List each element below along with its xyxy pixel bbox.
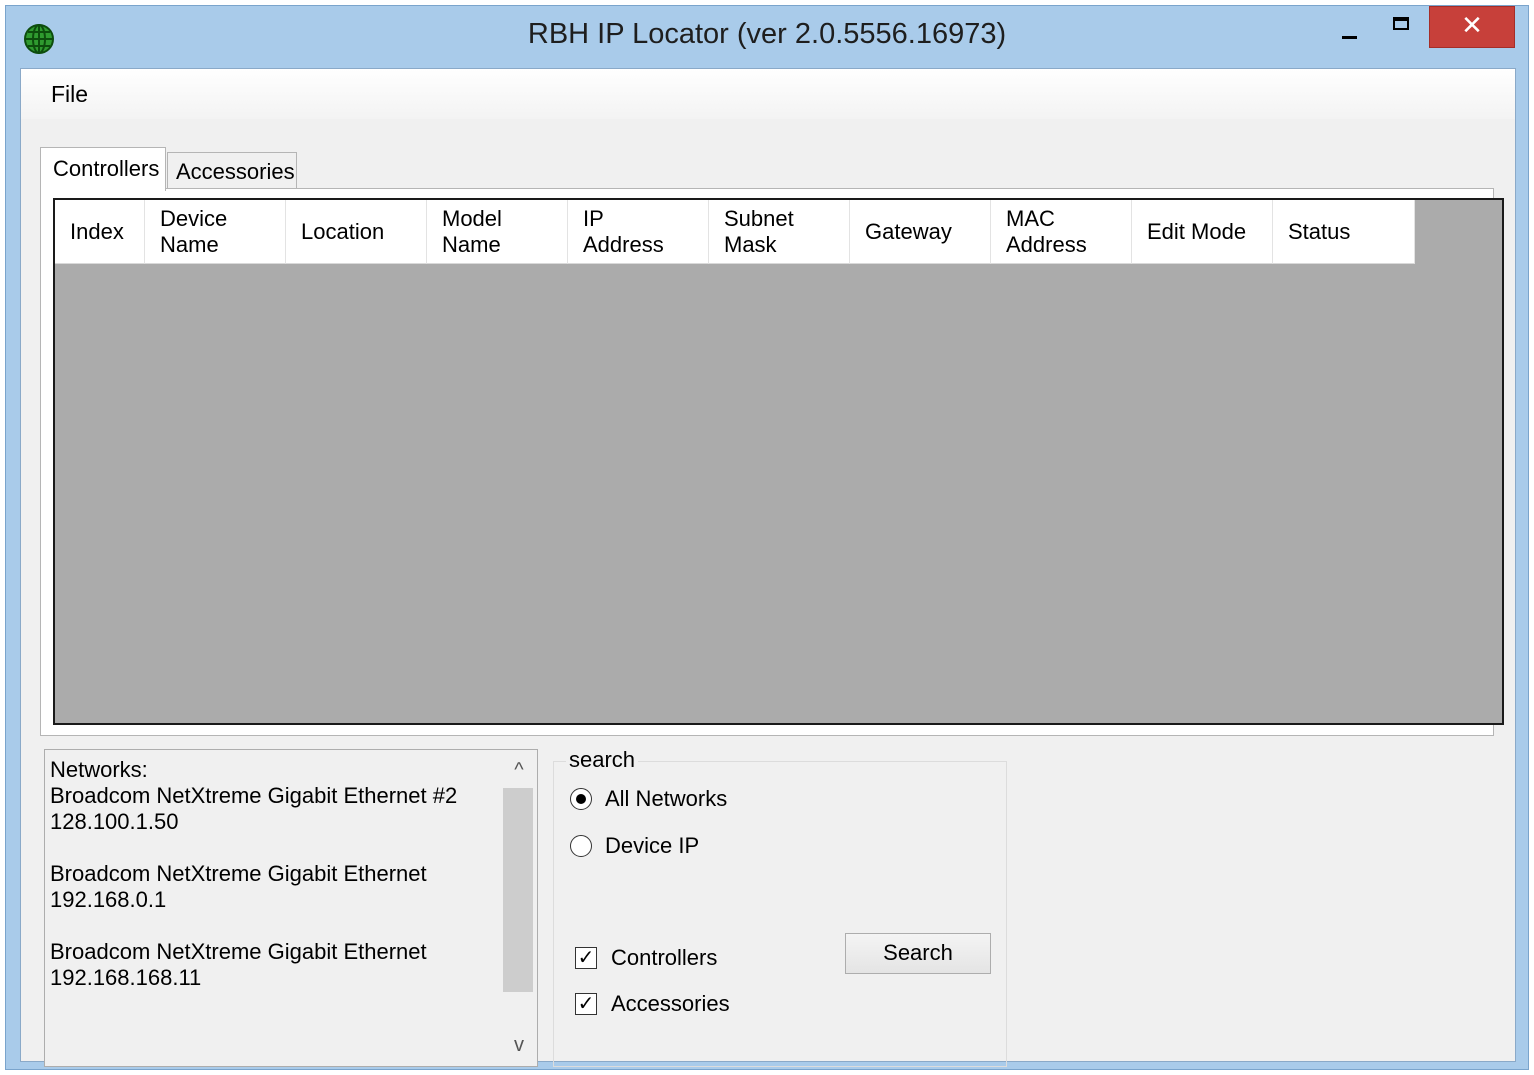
column-header-location[interactable]: Location bbox=[286, 200, 427, 264]
scroll-thumb[interactable] bbox=[503, 788, 533, 992]
checkmark-icon[interactable]: ✓ bbox=[575, 993, 597, 1015]
search-button[interactable]: Search bbox=[845, 933, 991, 974]
networks-scrollbar[interactable]: ^ v bbox=[501, 750, 537, 1066]
column-header-subnet-mask[interactable]: Subnet Mask bbox=[709, 200, 850, 264]
column-header-device-name[interactable]: Device Name bbox=[145, 200, 286, 264]
column-header-ip-address[interactable]: IP Address bbox=[568, 200, 709, 264]
minimize-button[interactable] bbox=[1324, 6, 1374, 48]
checkbox-accessories-label: Accessories bbox=[611, 991, 730, 1016]
app-window: RBH IP Locator (ver 2.0.5556.16973) ✕ Fi… bbox=[5, 5, 1529, 1070]
column-header-gateway[interactable]: Gateway bbox=[850, 200, 991, 264]
controllers-tab-panel: Index Device Name Location Model Name IP… bbox=[40, 188, 1504, 736]
checkmark-icon[interactable]: ✓ bbox=[575, 947, 597, 969]
radio-device-ip-label: Device IP bbox=[605, 833, 700, 858]
close-button[interactable]: ✕ bbox=[1429, 6, 1515, 48]
tab-controllers[interactable]: Controllers bbox=[40, 147, 166, 191]
column-header-edit-mode[interactable]: Edit Mode bbox=[1132, 200, 1273, 264]
checkbox-accessories[interactable]: ✓ Accessories bbox=[575, 991, 730, 1017]
tab-accessories[interactable]: Accessories bbox=[167, 152, 297, 188]
radio-all-networks-label: All Networks bbox=[605, 786, 728, 811]
column-header-mac-address[interactable]: MAC Address bbox=[991, 200, 1132, 264]
radio-device-ip[interactable]: Device IP bbox=[570, 833, 699, 859]
search-group: search All Networks Device IP ✓ Controll… bbox=[553, 747, 1007, 1067]
scroll-down-icon[interactable]: v bbox=[501, 1030, 537, 1066]
checkbox-controllers-label: Controllers bbox=[611, 945, 718, 970]
grid-header: Index Device Name Location Model Name IP… bbox=[55, 200, 1415, 264]
search-group-label: search bbox=[566, 747, 639, 773]
checkbox-controllers[interactable]: ✓ Controllers bbox=[575, 945, 717, 971]
networks-text: Networks: Broadcom NetXtreme Gigabit Eth… bbox=[50, 757, 458, 990]
networks-textbox[interactable]: Networks: Broadcom NetXtreme Gigabit Eth… bbox=[44, 749, 538, 1067]
scroll-up-icon[interactable]: ^ bbox=[501, 750, 537, 786]
window-title: RBH IP Locator (ver 2.0.5556.16973) bbox=[527, 18, 1007, 50]
title-bar[interactable]: RBH IP Locator (ver 2.0.5556.16973) ✕ bbox=[6, 6, 1528, 68]
column-header-status[interactable]: Status bbox=[1273, 200, 1415, 264]
radio-selected-icon[interactable] bbox=[570, 788, 592, 810]
column-header-model-name[interactable]: Model Name bbox=[427, 200, 568, 264]
device-grid[interactable]: Index Device Name Location Model Name IP… bbox=[53, 198, 1504, 725]
close-icon: ✕ bbox=[1461, 10, 1483, 40]
client-area: File Controllers Accessories Index Devic… bbox=[20, 68, 1516, 1067]
maximize-button[interactable] bbox=[1378, 6, 1428, 48]
column-header-index[interactable]: Index bbox=[55, 200, 145, 264]
menu-bar: File bbox=[21, 69, 1515, 119]
radio-unselected-icon[interactable] bbox=[570, 835, 592, 857]
radio-all-networks[interactable]: All Networks bbox=[570, 786, 727, 812]
menu-file[interactable]: File bbox=[51, 81, 88, 108]
